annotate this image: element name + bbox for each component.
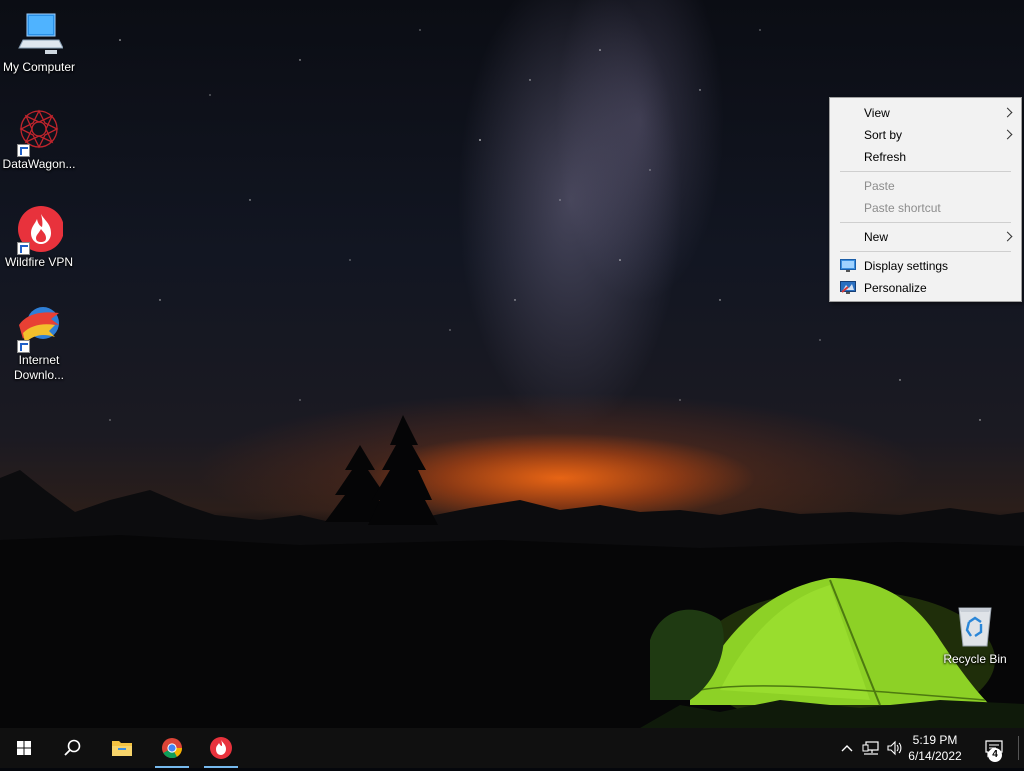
desktop-icon-label: DataWagon... [2,157,76,171]
recycle-bin-icon [951,602,999,650]
menu-item-label: Display settings [864,259,949,273]
menu-item-label: New [864,230,889,244]
desktop-icon-label: Recycle Bin [943,652,1007,666]
search-icon [64,739,81,756]
shortcut-arrow-icon [17,144,30,157]
menu-item-personalize[interactable]: Personalize [830,277,1021,299]
chevron-right-icon [1002,129,1013,140]
network-icon[interactable] [862,739,880,757]
desktop-icon-internet-download-manager[interactable]: Internet Downlo... [1,303,77,383]
menu-separator [840,222,1011,223]
menu-item-label: Personalize [864,281,927,295]
chevron-up-icon[interactable] [840,739,854,757]
menu-item-paste-shortcut: Paste shortcut [830,197,1021,219]
clock-time: 5:19 PM [912,733,958,747]
chevron-right-icon [1002,231,1013,242]
menu-item-label: Paste [864,179,895,193]
wildfire-icon [210,737,232,759]
globe-download-icon [15,303,63,353]
file-explorer-button[interactable] [102,728,142,768]
chrome-button[interactable] [152,728,192,768]
search-button[interactable] [52,728,92,768]
desktop-icon-label: Internet [18,353,60,367]
desktop-icon-my-computer[interactable]: My Computer [1,10,77,75]
system-clock[interactable]: 5:19 PM 6/14/2022 [902,732,968,764]
notification-count-badge: 4 [988,748,1002,762]
start-button[interactable] [4,728,44,768]
menu-item-label: View [864,106,890,120]
clock-date: 6/14/2022 [908,749,962,763]
menu-item-display-settings[interactable]: Display settings [830,255,1021,277]
shortcut-arrow-icon [17,242,30,255]
personalize-icon [840,281,856,294]
desktop-icon-label: My Computer [2,60,76,74]
menu-item-new[interactable]: New [830,226,1021,248]
menu-item-sort-by[interactable]: Sort by [830,124,1021,146]
action-center-button[interactable]: 4 [984,738,1004,762]
menu-item-label: Paste shortcut [864,201,941,215]
desktop-icon-recycle-bin[interactable]: Recycle Bin [937,602,1013,667]
menu-separator [840,171,1011,172]
desktop-icon-label: Downlo... [13,368,65,382]
menu-item-refresh[interactable]: Refresh [830,146,1021,168]
computer-icon [15,10,64,58]
chevron-right-icon [1002,107,1013,118]
wildfire-icon [15,205,64,255]
windows-logo-icon [17,741,31,755]
desktop-icon-datawagon[interactable]: DataWagon... [1,107,77,172]
taskbar: 5:19 PM 6/14/2022 4 [0,728,1024,768]
chrome-icon [162,738,183,759]
desktop-icon-label: Wildfire VPN [4,255,73,269]
show-desktop-divider [1018,736,1019,760]
menu-separator [840,251,1011,252]
display-icon [840,259,856,272]
wildfire-vpn-button[interactable] [201,728,241,768]
desktop-context-menu: View Sort by Refresh Paste Paste shortcu… [829,97,1022,302]
folder-icon [112,741,132,756]
menu-item-label: Refresh [864,150,907,164]
menu-item-view[interactable]: View [830,102,1021,124]
shortcut-arrow-icon [17,340,30,353]
menu-item-paste: Paste [830,175,1021,197]
datawagon-icon [15,107,63,157]
desktop-icon-wildfire-vpn[interactable]: Wildfire VPN [1,205,77,270]
menu-item-label: Sort by [864,128,903,142]
